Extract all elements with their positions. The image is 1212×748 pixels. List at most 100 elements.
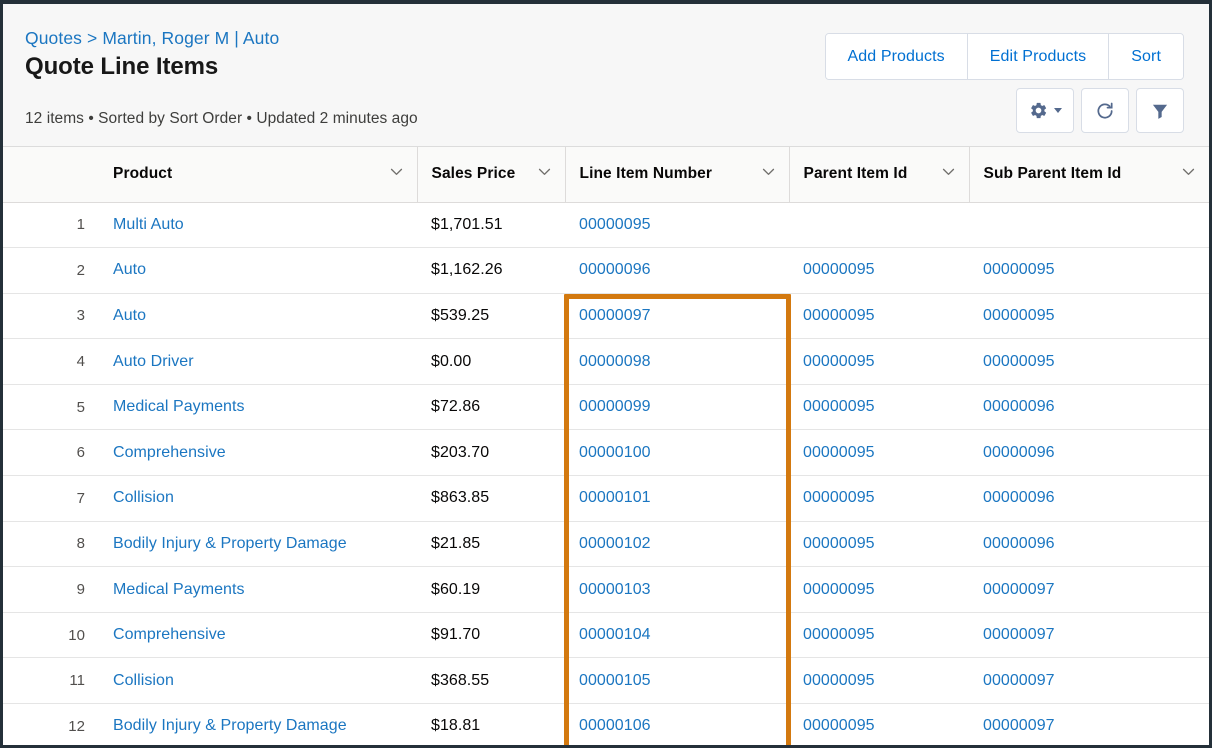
- cell-sub-parent-item-id[interactable]: 00000097: [969, 612, 1209, 659]
- cell-sub-parent-item-id[interactable]: 00000097: [969, 657, 1209, 705]
- table-row[interactable]: 7 Collision $863.85 00000101 00000095 0000009…: [3, 475, 1209, 522]
- refresh-button[interactable]: [1081, 88, 1129, 133]
- cell-product-link[interactable]: Multi Auto: [113, 216, 184, 233]
- cell-line-item-number-link[interactable]: 00000102: [579, 535, 651, 552]
- cell-parent-item-id-link[interactable]: 00000095: [803, 444, 875, 461]
- cell-parent-item-id-link[interactable]: 00000095: [803, 581, 875, 598]
- cell-product[interactable]: Multi Auto: [99, 202, 417, 249]
- table-row[interactable]: 12 Bodily Injury & Property Damage $18.81 0…: [3, 703, 1209, 745]
- cell-sub-parent-item-id-link[interactable]: 00000096: [983, 398, 1055, 415]
- cell-line-item-number[interactable]: 00000102: [565, 521, 789, 568]
- cell-sub-parent-item-id[interactable]: 00000097: [969, 566, 1209, 613]
- cell-product-link[interactable]: Collision: [113, 489, 174, 506]
- list-settings-button[interactable]: [1016, 88, 1074, 133]
- table-row[interactable]: 10 Comprehensive $91.70 00000104 00000095 000…: [3, 612, 1209, 659]
- cell-sub-parent-item-id-link[interactable]: 00000097: [983, 581, 1055, 598]
- cell-sub-parent-item-id[interactable]: 00000095: [969, 338, 1209, 385]
- cell-parent-item-id[interactable]: 00000095: [789, 475, 969, 522]
- cell-product[interactable]: Auto Driver: [99, 338, 417, 385]
- cell-product[interactable]: Medical Payments: [99, 566, 417, 613]
- cell-sub-parent-item-id[interactable]: 00000095: [969, 293, 1209, 340]
- cell-parent-item-id[interactable]: 00000095: [789, 338, 969, 385]
- cell-line-item-number[interactable]: 00000098: [565, 338, 789, 385]
- cell-line-item-number-link[interactable]: 00000096: [579, 261, 651, 278]
- cell-line-item-number-link[interactable]: 00000097: [579, 307, 651, 324]
- table-row[interactable]: 9 Medical Payments $60.19 00000103 00000095 0…: [3, 566, 1209, 613]
- cell-parent-item-id-link[interactable]: 00000095: [803, 535, 875, 552]
- cell-product-link[interactable]: Comprehensive: [113, 444, 226, 461]
- column-header-parent-item-id[interactable]: Parent Item Id: [789, 147, 970, 203]
- cell-line-item-number-link[interactable]: 00000099: [579, 398, 651, 415]
- cell-sub-parent-item-id-link[interactable]: 00000097: [983, 672, 1055, 689]
- cell-product-link[interactable]: Medical Payments: [113, 581, 245, 598]
- cell-parent-item-id[interactable]: 00000095: [789, 521, 969, 568]
- cell-parent-item-id[interactable]: 00000095: [789, 566, 969, 613]
- cell-parent-item-id-link[interactable]: 00000095: [803, 353, 875, 370]
- cell-product[interactable]: Auto: [99, 293, 417, 340]
- sort-button[interactable]: Sort: [1108, 34, 1183, 79]
- table-row[interactable]: 11 Collision $368.55 00000105 00000095 000000…: [3, 657, 1209, 705]
- cell-sub-parent-item-id[interactable]: 00000096: [969, 384, 1209, 431]
- cell-line-item-number-link[interactable]: 00000104: [579, 626, 651, 643]
- breadcrumb-item-record[interactable]: Martin, Roger M | Auto: [102, 28, 279, 48]
- cell-line-item-number-link[interactable]: 00000105: [579, 672, 651, 689]
- column-header-sales-price[interactable]: Sales Price: [417, 147, 566, 203]
- cell-parent-item-id-link[interactable]: 00000095: [803, 672, 875, 689]
- add-products-button[interactable]: Add Products: [825, 34, 967, 79]
- cell-parent-item-id-link[interactable]: 00000095: [803, 307, 875, 324]
- table-row[interactable]: 2 Auto $1,162.26 00000096 00000095 00000095: [3, 247, 1209, 294]
- cell-line-item-number-link[interactable]: 00000101: [579, 489, 651, 506]
- cell-sub-parent-item-id[interactable]: 00000096: [969, 429, 1209, 477]
- cell-product[interactable]: Bodily Injury & Property Damage: [99, 703, 417, 745]
- cell-product[interactable]: Comprehensive: [99, 429, 417, 477]
- cell-line-item-number[interactable]: 00000105: [565, 657, 789, 705]
- table-row[interactable]: 1 Multi Auto $1,701.51 00000095: [3, 202, 1209, 249]
- cell-parent-item-id[interactable]: 00000095: [789, 384, 969, 431]
- cell-parent-item-id[interactable]: 00000095: [789, 247, 969, 294]
- cell-sub-parent-item-id-link[interactable]: 00000097: [983, 717, 1055, 734]
- cell-line-item-number-link[interactable]: 00000106: [579, 717, 651, 734]
- cell-sub-parent-item-id[interactable]: [969, 202, 1209, 249]
- cell-line-item-number[interactable]: 00000097: [565, 293, 789, 340]
- cell-parent-item-id-link[interactable]: 00000095: [803, 626, 875, 643]
- column-header-sub-parent-item-id[interactable]: Sub Parent Item Id: [969, 147, 1209, 203]
- cell-product-link[interactable]: Bodily Injury & Property Damage: [113, 535, 347, 552]
- cell-sub-parent-item-id-link[interactable]: 00000097: [983, 626, 1055, 643]
- cell-sub-parent-item-id-link[interactable]: 00000096: [983, 535, 1055, 552]
- cell-product[interactable]: Medical Payments: [99, 384, 417, 431]
- cell-product[interactable]: Auto: [99, 247, 417, 294]
- cell-parent-item-id[interactable]: 00000095: [789, 429, 969, 477]
- cell-parent-item-id[interactable]: 00000095: [789, 703, 969, 745]
- edit-products-button[interactable]: Edit Products: [966, 34, 1109, 79]
- cell-product-link[interactable]: Bodily Injury & Property Damage: [113, 717, 347, 734]
- table-row[interactable]: 3 Auto $539.25 00000097 00000095 00000095: [3, 293, 1209, 340]
- cell-product[interactable]: Collision: [99, 657, 417, 705]
- cell-sub-parent-item-id[interactable]: 00000096: [969, 521, 1209, 568]
- cell-sub-parent-item-id-link[interactable]: 00000095: [983, 261, 1055, 278]
- breadcrumb-item-quotes[interactable]: Quotes: [25, 28, 82, 48]
- cell-sub-parent-item-id[interactable]: 00000097: [969, 703, 1209, 745]
- cell-product-link[interactable]: Comprehensive: [113, 626, 226, 643]
- cell-product-link[interactable]: Collision: [113, 672, 174, 689]
- table-row[interactable]: 6 Comprehensive $203.70 00000100 00000095 000…: [3, 429, 1209, 477]
- chevron-down-icon[interactable]: [536, 163, 553, 185]
- cell-sub-parent-item-id[interactable]: 00000096: [969, 475, 1209, 522]
- chevron-down-icon[interactable]: [1180, 163, 1197, 185]
- cell-sub-parent-item-id-link[interactable]: 00000096: [983, 489, 1055, 506]
- cell-sub-parent-item-id-link[interactable]: 00000095: [983, 353, 1055, 370]
- cell-line-item-number[interactable]: 00000101: [565, 475, 789, 522]
- cell-line-item-number[interactable]: 00000096: [565, 247, 789, 294]
- cell-line-item-number-link[interactable]: 00000103: [579, 581, 651, 598]
- cell-product-link[interactable]: Auto: [113, 307, 146, 324]
- cell-line-item-number[interactable]: 00000104: [565, 612, 789, 659]
- cell-line-item-number-link[interactable]: 00000100: [579, 444, 651, 461]
- cell-parent-item-id-link[interactable]: 00000095: [803, 489, 875, 506]
- column-header-line-item-number[interactable]: Line Item Number: [565, 147, 790, 203]
- cell-product-link[interactable]: Auto: [113, 261, 146, 278]
- cell-sub-parent-item-id[interactable]: 00000095: [969, 247, 1209, 294]
- cell-line-item-number-link[interactable]: 00000098: [579, 353, 651, 370]
- cell-line-item-number[interactable]: 00000106: [565, 703, 789, 745]
- cell-sub-parent-item-id-link[interactable]: 00000095: [983, 307, 1055, 324]
- cell-product[interactable]: Bodily Injury & Property Damage: [99, 521, 417, 568]
- filter-button[interactable]: [1136, 88, 1184, 133]
